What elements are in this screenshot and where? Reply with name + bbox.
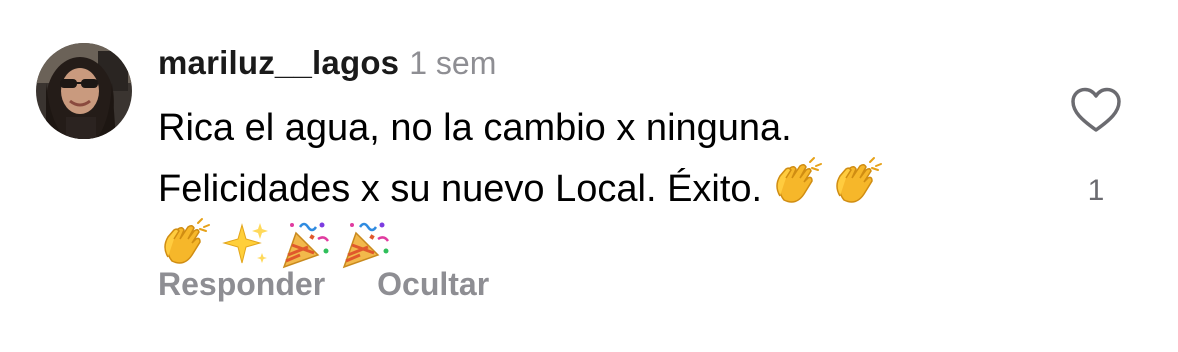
clapping-hands-emoji — [770, 156, 824, 210]
comment-actions: Responder Ocultar — [158, 266, 489, 303]
party-popper-emoji — [278, 217, 332, 271]
reply-button[interactable]: Responder — [158, 266, 325, 303]
heart-outline-icon[interactable] — [1070, 86, 1122, 134]
clapping-hands-emoji — [158, 217, 212, 271]
emoji-group-1 — [770, 156, 884, 210]
party-popper-emoji — [338, 217, 392, 271]
emoji-group-2 — [158, 217, 392, 271]
avatar[interactable] — [36, 43, 132, 139]
comment-text-line-2: Felicidades x su nuevo Local. Éxito. — [158, 156, 1008, 217]
like-count: 1 — [1087, 174, 1105, 207]
comment: mariluz__lagos 1 sem Rica el agua, no la… — [0, 0, 1178, 352]
timestamp: 1 sem — [409, 45, 497, 81]
comment-text-line-2-text: Felicidades x su nuevo Local. Éxito. — [158, 168, 763, 210]
comment-text: Rica el agua, no la cambio x ninguna. Fe… — [158, 101, 1008, 278]
clapping-hands-emoji — [830, 156, 884, 210]
comment-header: mariluz__lagos 1 sem — [158, 44, 496, 88]
like-section: 1 — [1066, 86, 1126, 208]
comment-text-line-1: Rica el agua, no la cambio x ninguna. — [158, 107, 792, 149]
username[interactable]: mariluz__lagos — [158, 44, 399, 82]
avatar-photo — [36, 43, 132, 139]
sparkles-emoji — [218, 217, 272, 271]
hide-button[interactable]: Ocultar — [377, 266, 489, 303]
